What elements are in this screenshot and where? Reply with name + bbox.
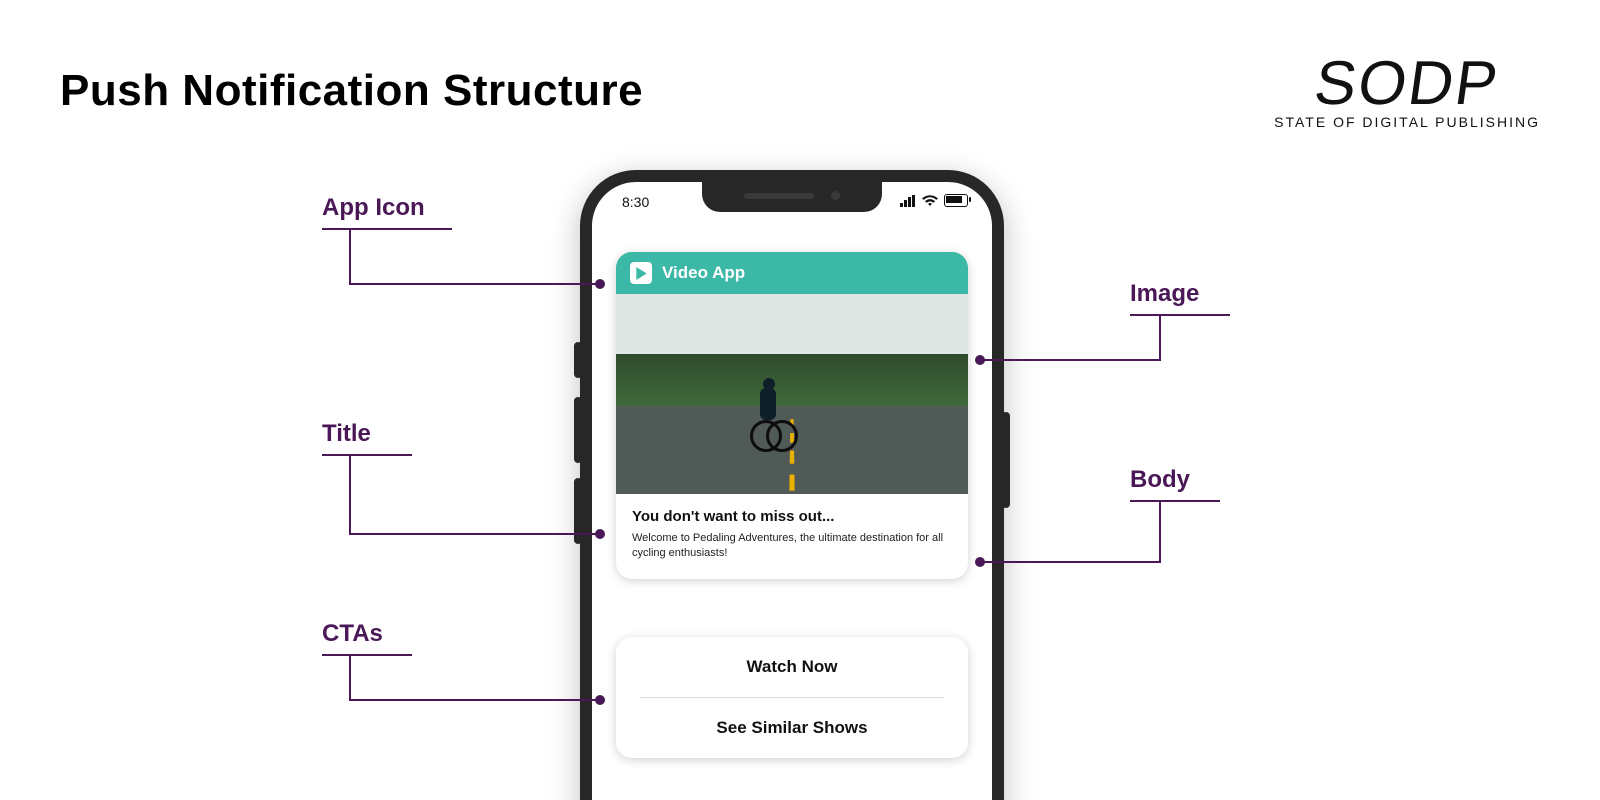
notification-title: You don't want to miss out...: [632, 508, 952, 525]
callout-app-icon: App Icon: [322, 194, 425, 222]
callout-underline: [1130, 314, 1230, 316]
notification-body: Welcome to Pedaling Adventures, the ulti…: [632, 531, 952, 561]
cta-watch-now[interactable]: Watch Now: [616, 637, 968, 697]
phone-side-button: [574, 342, 582, 378]
notification-header: Video App: [616, 252, 968, 294]
phone-side-button: [1002, 412, 1010, 508]
notification-card[interactable]: Video App You don't want to miss out... …: [616, 252, 968, 579]
wifi-icon: [922, 195, 938, 207]
callout-ctas: CTAs: [322, 620, 383, 648]
app-name: Video App: [662, 263, 745, 283]
notification-image: [616, 294, 968, 494]
phone-side-button: [574, 478, 582, 544]
callout-underline: [322, 454, 412, 456]
battery-icon: [944, 194, 968, 207]
brand-big: SODP: [1270, 56, 1544, 112]
callout-underline: [322, 228, 452, 230]
status-bar: 8:30: [592, 190, 992, 216]
callout-underline: [1130, 500, 1220, 502]
brand-logo: SODP STATE OF DIGITAL PUBLISHING: [1274, 56, 1540, 130]
status-time: 8:30: [622, 194, 649, 210]
app-play-icon: [630, 262, 652, 284]
page-heading: Push Notification Structure: [60, 66, 643, 116]
callout-image: Image: [1130, 280, 1199, 308]
signal-icon: [900, 195, 916, 207]
phone-side-button: [574, 397, 582, 463]
cta-card: Watch Now See Similar Shows: [616, 637, 968, 758]
callout-underline: [322, 654, 412, 656]
phone-mockup: 8:30 Video App You don't want to miss ou…: [580, 170, 1004, 800]
callout-title: Title: [322, 420, 371, 448]
cta-see-similar[interactable]: See Similar Shows: [616, 698, 968, 758]
cyclist-graphic: [750, 382, 790, 452]
callout-body: Body: [1130, 466, 1190, 494]
